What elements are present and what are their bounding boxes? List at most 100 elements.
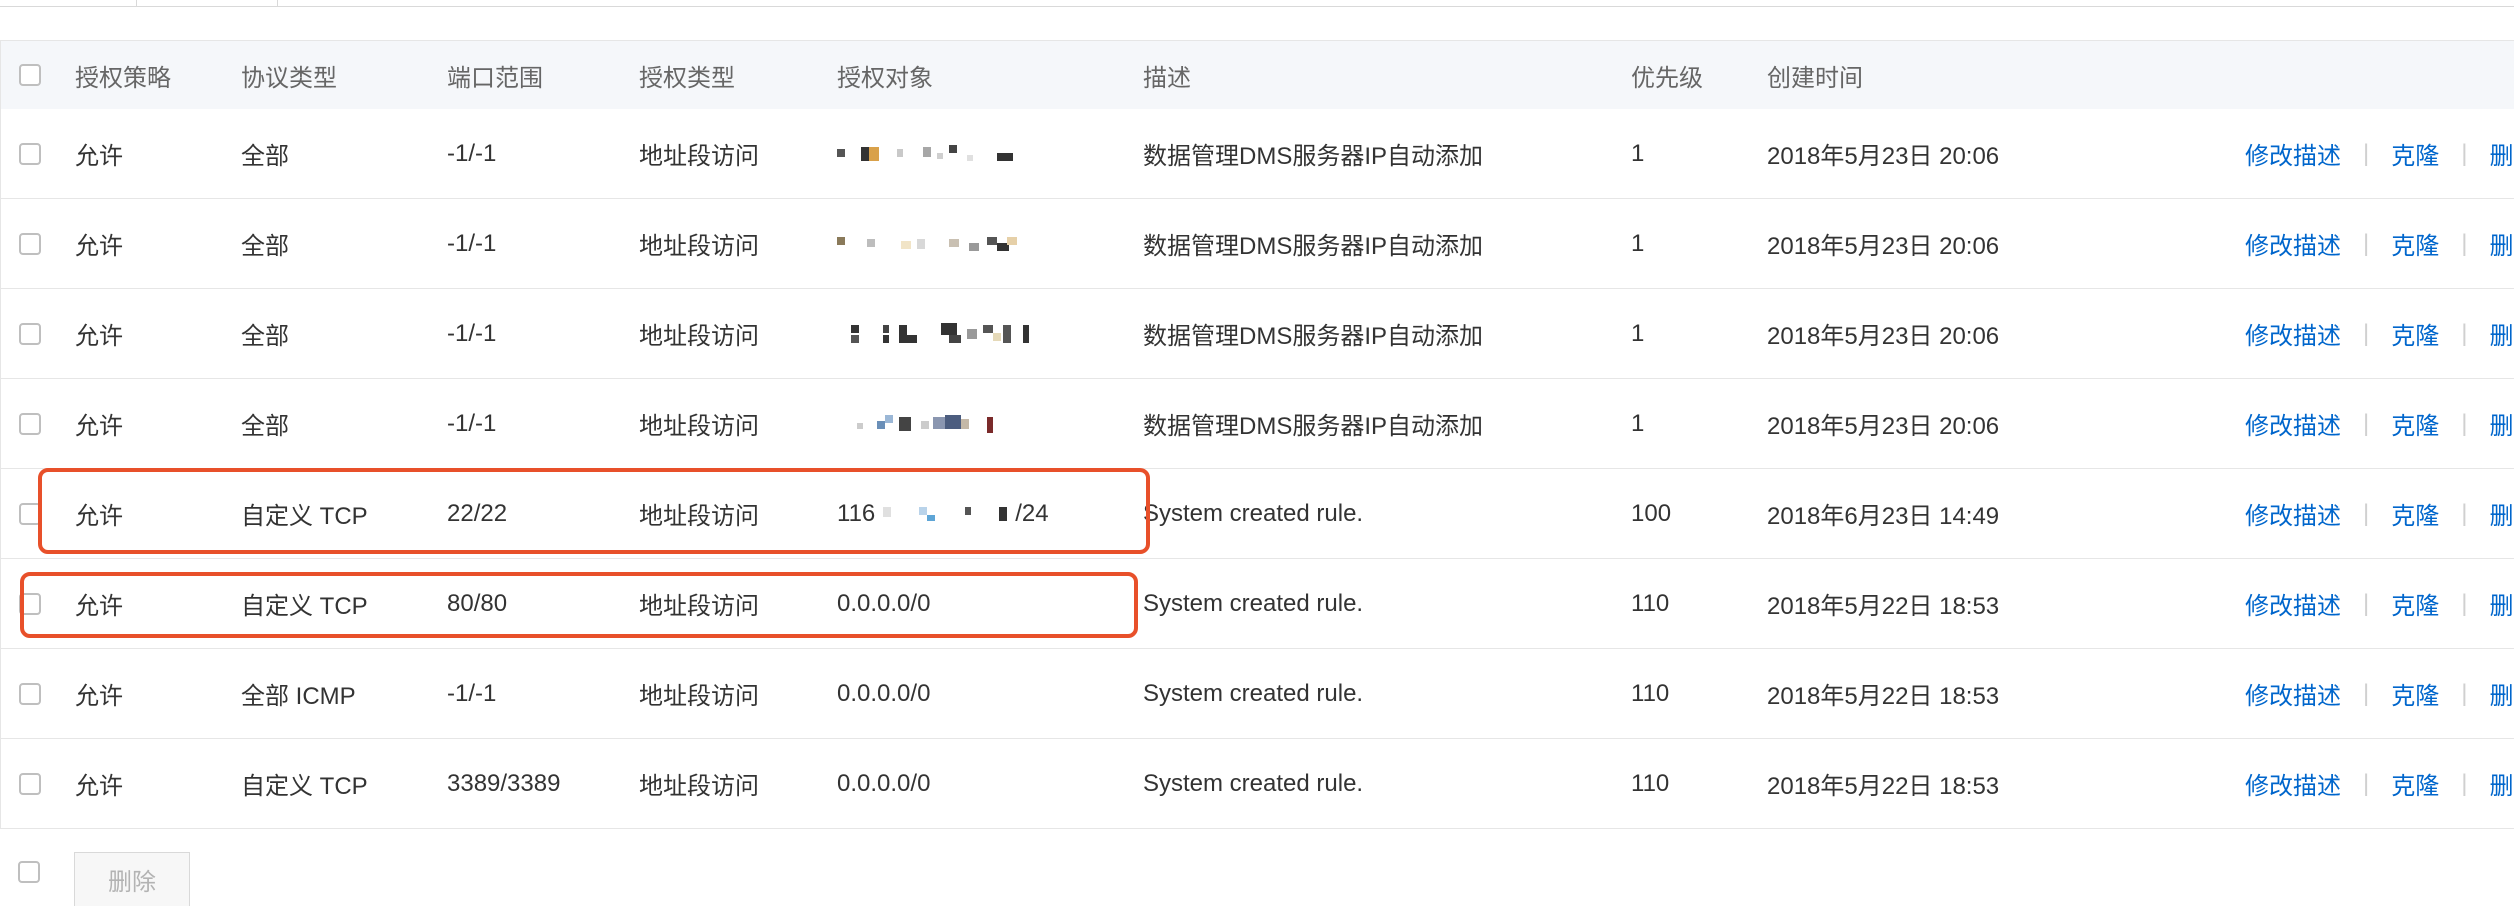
delete-link[interactable]: 删 — [2489, 226, 2513, 261]
protocol-cell: 全部 — [241, 413, 289, 440]
row-checkbox[interactable] — [19, 232, 41, 255]
port-cell: -1/-1 — [447, 319, 497, 347]
auth-object-cell: 0.0.0.0/0 — [837, 679, 931, 707]
toolbar-button-edge[interactable] — [136, 0, 278, 7]
priority-cell: 110 — [1631, 679, 1670, 707]
clone-link[interactable]: 克隆 — [2391, 406, 2439, 441]
table-row: 允许 全部 ICMP -1/-1 地址段访问 0.0.0.0/0 System … — [1, 649, 2514, 739]
auth-type-cell: 地址段访问 — [639, 503, 759, 530]
action-separator: | — [2461, 319, 2468, 347]
row-actions: 修改描述 | 克隆 | 删 — [2245, 109, 2513, 198]
clone-link[interactable]: 克隆 — [2391, 766, 2439, 801]
edit-description-link[interactable]: 修改描述 — [2245, 136, 2341, 171]
edit-description-link[interactable]: 修改描述 — [2245, 766, 2341, 801]
created-cell: 2018年5月23日 20:06 — [1767, 143, 2000, 170]
auth-object-suffix: /24 — [1015, 499, 1049, 527]
policy-cell: 允许 — [75, 233, 123, 260]
toolbar-remnant — [0, 0, 2514, 10]
delete-link[interactable]: 删 — [2489, 766, 2513, 801]
row-checkbox[interactable] — [19, 592, 41, 615]
redacted-ip-mosaic — [837, 139, 1037, 169]
created-cell: 2018年5月22日 18:53 — [1767, 773, 2000, 800]
port-cell: 80/80 — [447, 589, 508, 617]
toolbar-input-edge[interactable] — [276, 0, 2514, 7]
clone-link[interactable]: 克隆 — [2391, 496, 2439, 531]
created-cell: 2018年5月22日 18:53 — [1767, 593, 2000, 620]
redacted-ip-mosaic — [875, 499, 1015, 529]
clone-link[interactable]: 克隆 — [2391, 136, 2439, 171]
row-checkbox[interactable] — [19, 142, 41, 165]
row-actions: 修改描述 | 克隆 | 删 — [2245, 739, 2513, 828]
delete-link[interactable]: 删 — [2489, 676, 2513, 711]
edit-description-link[interactable]: 修改描述 — [2245, 496, 2341, 531]
description-cell: 数据管理DMS服务器IP自动添加 — [1143, 233, 1484, 260]
edit-description-link[interactable]: 修改描述 — [2245, 406, 2341, 441]
batch-delete-button[interactable]: 删除 — [74, 852, 190, 906]
row-checkbox[interactable] — [19, 772, 41, 795]
table-row: 允许 自定义 TCP 3389/3389 地址段访问 0.0.0.0/0 Sys… — [1, 739, 2514, 829]
created-cell: 2018年5月22日 18:53 — [1767, 683, 2000, 710]
action-separator: | — [2363, 769, 2370, 797]
edit-description-link[interactable]: 修改描述 — [2245, 586, 2341, 621]
delete-link[interactable]: 删 — [2489, 136, 2513, 171]
description-cell: 数据管理DMS服务器IP自动添加 — [1143, 413, 1484, 440]
row-checkbox[interactable] — [19, 682, 41, 705]
port-cell: -1/-1 — [447, 229, 497, 257]
column-header-port: 端口范围 — [447, 64, 543, 92]
column-header-policy: 授权策略 — [75, 64, 171, 92]
delete-link[interactable]: 删 — [2489, 586, 2513, 621]
policy-cell: 允许 — [75, 413, 123, 440]
delete-link[interactable]: 删 — [2489, 406, 2513, 441]
action-separator: | — [2363, 499, 2370, 527]
clone-link[interactable]: 克隆 — [2391, 676, 2439, 711]
policy-cell: 允许 — [75, 503, 123, 530]
row-actions: 修改描述 | 克隆 | 删 — [2245, 469, 2513, 558]
row-checkbox[interactable] — [19, 412, 41, 435]
auth-type-cell: 地址段访问 — [639, 233, 759, 260]
priority-cell: 1 — [1631, 229, 1645, 257]
policy-cell: 允许 — [75, 143, 123, 170]
clone-link[interactable]: 克隆 — [2391, 316, 2439, 351]
port-cell: -1/-1 — [447, 679, 497, 707]
action-separator: | — [2461, 679, 2468, 707]
action-separator: | — [2363, 319, 2370, 347]
auth-object-cell — [837, 289, 1037, 378]
priority-cell: 1 — [1631, 409, 1645, 437]
policy-cell: 允许 — [75, 773, 123, 800]
description-cell: 数据管理DMS服务器IP自动添加 — [1143, 323, 1484, 350]
protocol-cell: 全部 — [241, 233, 289, 260]
edit-description-link[interactable]: 修改描述 — [2245, 316, 2341, 351]
policy-cell: 允许 — [75, 683, 123, 710]
footer-select-all-checkbox[interactable] — [18, 861, 40, 883]
delete-link[interactable]: 删 — [2489, 496, 2513, 531]
clone-link[interactable]: 克隆 — [2391, 226, 2439, 261]
priority-cell: 1 — [1631, 139, 1645, 167]
action-separator: | — [2363, 589, 2370, 617]
redacted-ip-mosaic — [837, 319, 1037, 349]
row-checkbox[interactable] — [19, 322, 41, 345]
delete-link[interactable]: 删 — [2489, 316, 2513, 351]
edit-description-link[interactable]: 修改描述 — [2245, 226, 2341, 261]
action-separator: | — [2461, 139, 2468, 167]
created-cell: 2018年5月23日 20:06 — [1767, 413, 2000, 440]
row-actions: 修改描述 | 克隆 | 删 — [2245, 649, 2513, 738]
security-rules-table: 授权策略 协议类型 端口范围 授权类型 授权对象 描述 优先级 创建时间 允许 … — [0, 40, 2514, 829]
priority-cell: 1 — [1631, 319, 1645, 347]
action-separator: | — [2461, 499, 2468, 527]
protocol-cell: 自定义 TCP — [241, 593, 368, 620]
port-cell: -1/-1 — [447, 139, 497, 167]
clone-link[interactable]: 克隆 — [2391, 586, 2439, 621]
auth-object-cell — [837, 199, 1037, 288]
table-header: 授权策略 协议类型 端口范围 授权类型 授权对象 描述 优先级 创建时间 — [1, 41, 2514, 110]
table-row: 允许 全部 -1/-1 地址段访问 数据管理DMS服务器IP自动添加 1 201… — [1, 289, 2514, 379]
action-separator: | — [2461, 229, 2468, 257]
edit-description-link[interactable]: 修改描述 — [2245, 676, 2341, 711]
column-header-auth-object: 授权对象 — [837, 64, 933, 92]
column-header-auth-type: 授权类型 — [639, 64, 735, 92]
row-checkbox[interactable] — [19, 502, 41, 525]
port-cell: 3389/3389 — [447, 769, 561, 797]
column-header-description: 描述 — [1143, 64, 1191, 92]
select-all-checkbox[interactable] — [19, 64, 41, 86]
auth-type-cell: 地址段访问 — [639, 413, 759, 440]
auth-object-cell: 0.0.0.0/0 — [837, 769, 931, 797]
